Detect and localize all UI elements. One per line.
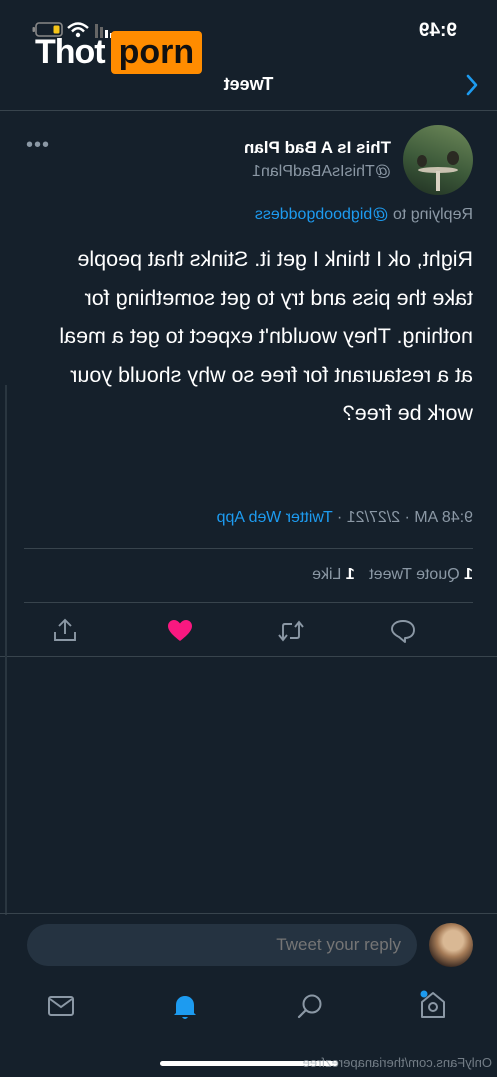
share-icon[interactable] bbox=[52, 617, 78, 643]
notifications-icon[interactable] bbox=[172, 993, 198, 1021]
stats-divider bbox=[24, 602, 473, 603]
tweet-text: Right, ok I think I get it. Stinks that … bbox=[59, 247, 473, 425]
reply-input[interactable] bbox=[27, 924, 417, 966]
watermark-text-b: porn bbox=[110, 30, 203, 74]
like-count[interactable]: 1 bbox=[346, 566, 355, 583]
retweet-icon[interactable] bbox=[277, 619, 305, 643]
like-label[interactable]: Like bbox=[312, 566, 341, 583]
status-time: 9:49 bbox=[418, 20, 457, 41]
reply-bar bbox=[0, 914, 497, 978]
bottom-nav bbox=[0, 980, 497, 1040]
page-title: Tweet bbox=[223, 74, 274, 94]
tweet-meta: 9:48 AM · 2/27/21 · Twitter Web App bbox=[217, 509, 473, 527]
search-icon[interactable] bbox=[297, 993, 323, 1019]
watermark-logo: Thot porn bbox=[35, 28, 203, 76]
quote-count[interactable]: 1 bbox=[464, 566, 473, 583]
home-icon[interactable] bbox=[419, 990, 447, 1020]
watermark-text-a: Thot bbox=[35, 32, 106, 71]
quote-label[interactable]: Quote Tweet bbox=[369, 566, 459, 583]
author-avatar[interactable] bbox=[403, 125, 473, 195]
tweet: This Is A Bad Plan @ThisIsABadPlan1 ••• … bbox=[0, 110, 497, 658]
replying-to: Replying to @bigboobgoddess bbox=[255, 206, 473, 224]
back-arrow-icon[interactable] bbox=[465, 73, 479, 97]
scroll-indicator bbox=[5, 385, 7, 915]
footer-watermark: OnlyFans.com/therianaperezfree bbox=[302, 1055, 492, 1070]
tweet-actions bbox=[24, 616, 473, 646]
replying-to-handle[interactable]: @bigboobgoddess bbox=[255, 206, 389, 223]
messages-icon[interactable] bbox=[47, 994, 75, 1018]
tweet-divider bbox=[0, 656, 497, 657]
like-icon[interactable] bbox=[167, 619, 193, 643]
meta-divider bbox=[24, 548, 473, 549]
author-handle[interactable]: @ThisIsABadPlan1 bbox=[252, 163, 391, 181]
tweet-stats: 1 Quote Tweet 1 Like bbox=[312, 566, 473, 584]
tweet-source[interactable]: Twitter Web App bbox=[217, 509, 333, 526]
reply-icon[interactable] bbox=[390, 619, 416, 643]
replying-to-prefix: Replying to bbox=[392, 206, 473, 223]
tweet-time: 9:48 AM · 2/27/21 · bbox=[336, 509, 473, 526]
more-icon[interactable]: ••• bbox=[25, 134, 49, 157]
user-avatar[interactable] bbox=[429, 923, 473, 967]
author-name[interactable]: This Is A Bad Plan bbox=[244, 138, 391, 158]
screen: 9:49 Tweet This Is A Bad Plan @ThisIsABa… bbox=[0, 0, 497, 1077]
